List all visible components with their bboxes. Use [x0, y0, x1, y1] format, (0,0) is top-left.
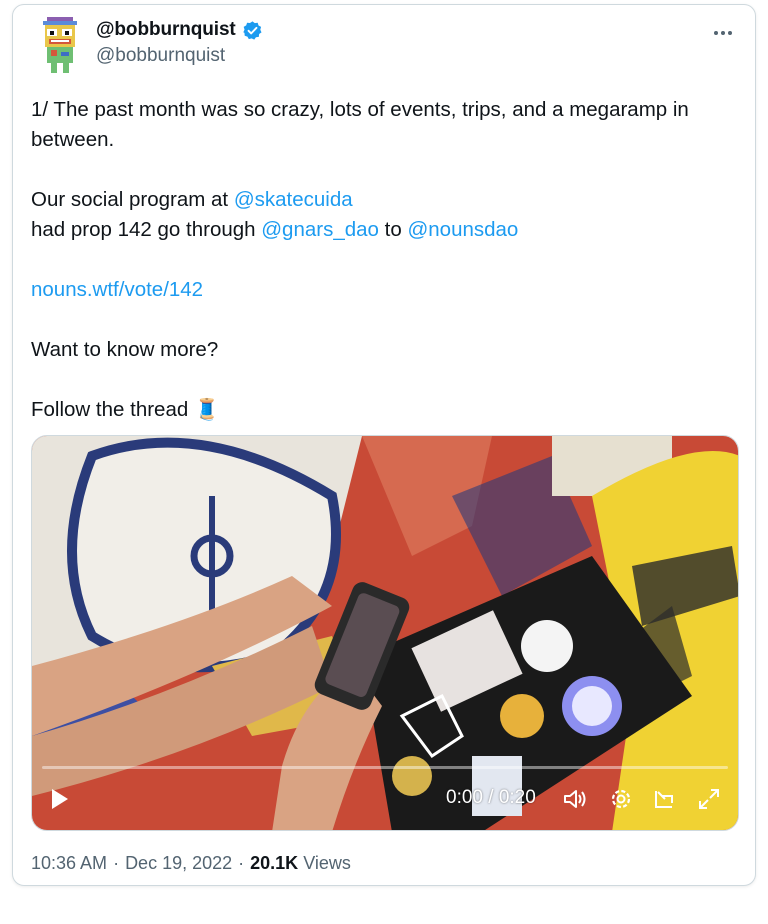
- text-segment: Follow the thread: [31, 398, 189, 421]
- tweet-line-4: Want to know more?: [31, 338, 219, 361]
- tweet-date[interactable]: Dec 19, 2022: [125, 853, 232, 874]
- mention-skatecuida-link[interactable]: @skatecuida: [234, 188, 353, 211]
- video-player[interactable]: 0:00 / 0:20: [31, 435, 739, 831]
- text-segment: Our social program at: [31, 188, 234, 211]
- author-handle[interactable]: @bobburnquist: [96, 45, 225, 67]
- nouns-vote-link[interactable]: nouns.wtf/vote/142: [31, 278, 203, 301]
- avatar[interactable]: [35, 17, 85, 73]
- meta-separator: ·: [113, 853, 120, 873]
- meta-separator: ·: [238, 853, 245, 873]
- video-progress-bar[interactable]: [42, 766, 728, 769]
- tweet-meta: 10:36 AM · Dec 19, 2022 · 20.1K Views: [31, 853, 351, 874]
- video-time-display: 0:00 / 0:20: [446, 787, 536, 808]
- settings-icon[interactable]: [608, 786, 634, 812]
- mention-nounsdao-link[interactable]: @nounsdao: [407, 218, 518, 241]
- nouns-avatar-icon: [43, 17, 77, 73]
- tweet-line-2: Our social program at @skatecuida: [31, 185, 741, 215]
- verified-badge-icon: [242, 20, 263, 41]
- more-dots-icon[interactable]: [709, 19, 737, 47]
- tweet-line-1: 1/ The past month was so crazy, lots of …: [31, 98, 689, 151]
- tweet-card[interactable]: @bobburnquist @bobburnquist 1/ The past …: [12, 4, 756, 886]
- video-controls: 0:00 / 0:20: [32, 770, 738, 830]
- text-segment: had prop 142 go through: [31, 218, 262, 241]
- tweet-time[interactable]: 10:36 AM: [31, 853, 107, 874]
- volume-icon[interactable]: [562, 786, 588, 812]
- author-display-name[interactable]: @bobburnquist: [96, 19, 236, 41]
- tweet-line-5: Follow the thread 🧵: [31, 395, 741, 425]
- tweet-line-3: had prop 142 go through @gnars_dao to @n…: [31, 215, 741, 245]
- tweet-text: 1/ The past month was so crazy, lots of …: [31, 95, 741, 425]
- text-segment: to: [378, 218, 408, 241]
- mention-gnars-dao-link[interactable]: @gnars_dao: [261, 218, 379, 241]
- fullscreen-icon[interactable]: [696, 786, 722, 812]
- views-label: Views: [303, 853, 351, 873]
- pip-icon[interactable]: [652, 786, 678, 812]
- thread-emoji-icon: 🧵: [193, 398, 220, 421]
- views-count: 20.1K: [250, 853, 299, 873]
- play-icon[interactable]: [46, 786, 72, 812]
